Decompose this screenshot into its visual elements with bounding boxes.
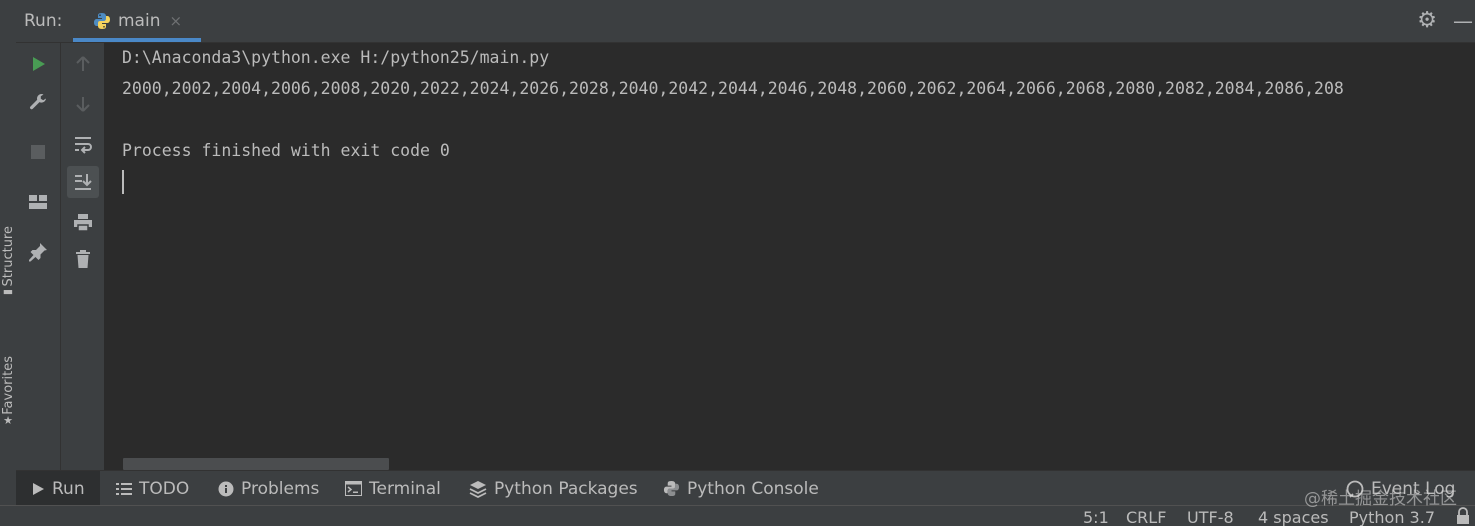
play-icon [33, 57, 45, 71]
arrow-up-icon [76, 56, 90, 71]
python-icon [94, 13, 110, 29]
structure-tab-label: Structure [0, 226, 16, 287]
print-icon [74, 214, 92, 232]
stop-icon [31, 145, 45, 159]
tab-problems[interactable]: Problems [218, 471, 319, 506]
ide-window: Structure ▬ Favorites ★ Run: main × ⚙ — [0, 0, 1475, 526]
restore-layout-button[interactable] [22, 186, 54, 218]
terminal-icon [345, 481, 362, 496]
tab-problems-label: Problems [241, 478, 320, 499]
stop-button[interactable] [22, 136, 54, 168]
header-actions: ⚙ — [1417, 8, 1475, 33]
rerun-button[interactable] [22, 48, 54, 80]
tab-python-packages-label: Python Packages [494, 478, 638, 499]
run-tool-window-header: Run: main × ⚙ — [16, 0, 1475, 43]
status-bar: 5:1 CRLF UTF-8 4 spaces Python 3.7 [0, 505, 1475, 526]
run-title: Run: [24, 11, 63, 31]
layout-icon [29, 195, 47, 209]
play-icon [32, 482, 45, 496]
caret-position[interactable]: 5:1 [1083, 508, 1109, 526]
tab-run[interactable]: Run [16, 471, 100, 506]
arrow-down-icon [76, 97, 90, 112]
text-caret [122, 170, 124, 194]
structure-icon: ▬ [2, 285, 14, 299]
console-output[interactable]: D:\Anaconda3\python.exe H:/python25/main… [104, 43, 1475, 470]
run-actions-toolbar [16, 43, 61, 470]
minimize-icon[interactable]: — [1453, 9, 1473, 33]
tab-run-label: Run [52, 478, 85, 499]
tab-python-console[interactable]: Python Console [663, 471, 819, 506]
tab-todo-label: TODO [139, 478, 190, 499]
soft-wrap-button[interactable] [67, 128, 99, 160]
tab-python-packages[interactable]: Python Packages [469, 471, 638, 506]
tab-main-label: main [118, 11, 161, 31]
up-stack-trace-button[interactable] [67, 48, 99, 80]
wrench-icon [30, 94, 46, 110]
modify-run-config-button[interactable] [22, 86, 54, 118]
soft-wrap-icon [75, 137, 92, 154]
tab-todo[interactable]: TODO [116, 471, 189, 506]
horizontal-scrollbar[interactable] [123, 458, 389, 470]
tab-terminal[interactable]: Terminal [345, 471, 441, 506]
tab-main[interactable]: main × [73, 0, 201, 42]
favorites-tool-tab[interactable]: Favorites ★ [0, 356, 17, 427]
info-icon [218, 481, 234, 497]
down-stack-trace-button[interactable] [67, 88, 99, 120]
left-tool-strip: Structure ▬ Favorites ★ [0, 0, 17, 505]
python-interpreter[interactable]: Python 3.7 [1349, 508, 1435, 526]
indent-setting[interactable]: 4 spaces [1258, 508, 1329, 526]
close-tab-icon[interactable]: × [169, 12, 182, 30]
lock-icon[interactable] [1456, 507, 1470, 526]
scroll-to-end-button[interactable] [67, 166, 99, 198]
gear-icon[interactable]: ⚙ [1417, 8, 1437, 33]
scroll-to-end-icon [75, 174, 92, 190]
tab-terminal-label: Terminal [369, 478, 441, 499]
python-icon [663, 480, 680, 497]
pin-tab-button[interactable] [22, 236, 54, 268]
file-encoding[interactable]: UTF-8 [1187, 508, 1234, 526]
console-line-exit: Process finished with exit code 0 [122, 141, 450, 160]
console-line-output: 2000,2002,2004,2006,2008,2020,2022,2024,… [122, 79, 1344, 98]
console-line-command: D:\Anaconda3\python.exe H:/python25/main… [122, 48, 550, 67]
structure-tool-tab[interactable]: Structure ▬ [0, 226, 17, 298]
trash-icon [76, 250, 90, 268]
star-icon: ★ [3, 413, 13, 427]
pin-icon [29, 243, 47, 262]
tool-window-bar: Run TODO Problems Terminal Python Packag… [16, 470, 1475, 506]
active-tab-indicator [73, 38, 201, 42]
console-actions-toolbar [61, 43, 104, 470]
watermark: @稀土掘金技术社区 [1304, 489, 1457, 509]
tab-python-console-label: Python Console [687, 478, 819, 499]
clear-all-button[interactable] [67, 243, 99, 275]
print-button[interactable] [67, 206, 99, 238]
layers-icon [469, 480, 487, 498]
favorites-tab-label: Favorites [0, 356, 16, 415]
list-icon [116, 482, 132, 496]
line-separator[interactable]: CRLF [1126, 508, 1166, 526]
